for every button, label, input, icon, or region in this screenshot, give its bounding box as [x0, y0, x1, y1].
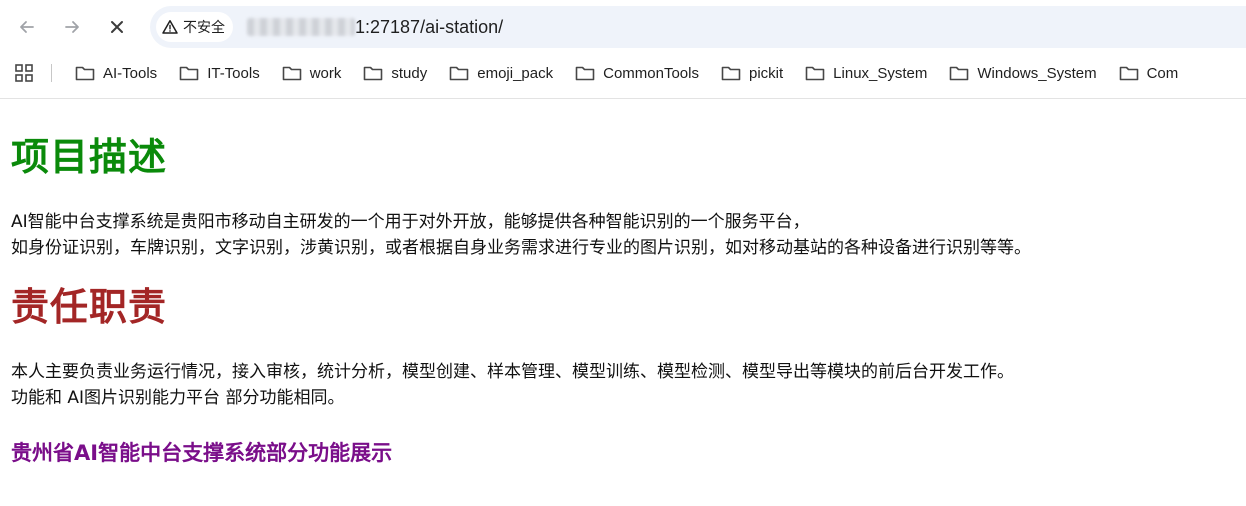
- responsibility-line: 本人主要负责业务运行情况，接入审核，统计分析，模型创建、样本管理、模型训练、模型…: [11, 362, 1014, 382]
- folder-icon: [950, 66, 969, 81]
- folder-icon: [364, 66, 383, 81]
- bookmark-label: work: [309, 64, 342, 82]
- url-text[interactable]: 1:27187/ai-station/: [355, 17, 503, 38]
- bookmark-folder-commontools[interactable]: CommonTools: [564, 59, 710, 87]
- bookmark-label: Windows_System: [977, 64, 1097, 82]
- bookmark-label: CommonTools: [603, 64, 699, 82]
- bookmark-label: Linux_System: [833, 64, 928, 82]
- forward-button[interactable]: [54, 9, 90, 45]
- url-redacted: [247, 18, 355, 36]
- bookmark-folder-it-tools[interactable]: IT-Tools: [168, 59, 271, 87]
- bookmark-folder-work[interactable]: work: [271, 59, 353, 87]
- folder-icon: [721, 66, 741, 81]
- folder-icon: [449, 66, 469, 81]
- bookmark-label: study: [391, 64, 428, 82]
- bookmark-folder-ai-tools[interactable]: AI-Tools: [64, 59, 168, 87]
- bookmark-folder-pickit[interactable]: pickit: [710, 59, 794, 87]
- responsibility-line: 功能和 AI图片识别能力平台 部分功能相同。: [11, 388, 345, 408]
- bookmarks-bar: AI-Tools IT-Tools work study emoji_pack …: [0, 56, 1246, 90]
- arrow-right-icon: [65, 21, 79, 33]
- bookmark-label: IT-Tools: [207, 64, 260, 82]
- project-description: AI智能中台支撑系统是贵阳市移动自主研发的一个用于对外开放，能够提供各种智能识别…: [11, 209, 1241, 261]
- folder-icon: [179, 66, 199, 81]
- folder-icon: [575, 66, 595, 81]
- bookmark-label: AI-Tools: [103, 64, 158, 82]
- page-content: 项目描述 AI智能中台支撑系统是贵阳市移动自主研发的一个用于对外开放，能够提供各…: [11, 99, 1241, 467]
- folder-icon: [1119, 66, 1138, 81]
- bookmark-folder-study[interactable]: study: [352, 59, 438, 87]
- security-chip[interactable]: 不安全: [156, 12, 233, 42]
- heading-responsibilities: 责任职责: [11, 285, 168, 329]
- back-button[interactable]: [9, 9, 45, 45]
- bookmark-label: emoji_pack: [477, 64, 554, 82]
- heading-project-description: 项目描述: [11, 135, 168, 179]
- folder-icon: [805, 66, 825, 81]
- bookmarks-separator: [51, 64, 52, 82]
- bookmark-folder-emoji-pack[interactable]: emoji_pack: [438, 59, 564, 87]
- stop-loading-button[interactable]: [99, 9, 135, 45]
- folder-icon: [75, 66, 95, 81]
- close-icon: [111, 21, 123, 33]
- bookmark-label: pickit: [748, 64, 784, 82]
- arrow-left-icon: [20, 21, 34, 33]
- apps-grid-icon[interactable]: [14, 63, 34, 83]
- security-chip-label: 不安全: [183, 20, 225, 36]
- bookmark-label: Com: [1146, 64, 1179, 82]
- description-line: 如身份证识别，车牌识别，文字识别，涉黄识别，或者根据自身业务需求进行专业的图片识…: [11, 238, 1031, 258]
- address-bar[interactable]: 不安全 1:27187/ai-station/: [150, 6, 1246, 48]
- browser-chrome: 不安全 1:27187/ai-station/ AI-Tools IT-Tool…: [0, 0, 1246, 99]
- subheading-feature-showcase: 贵州省AI智能中台支撑系统部分功能展示: [11, 441, 393, 465]
- bookmark-folder-com[interactable]: Com: [1108, 59, 1190, 87]
- responsibilities-text: 本人主要负责业务运行情况，接入审核，统计分析，模型创建、样本管理、模型训练、模型…: [11, 359, 1241, 411]
- folder-icon: [282, 66, 302, 81]
- bookmark-folder-windows-system[interactable]: Windows_System: [938, 59, 1107, 87]
- description-line: AI智能中台支撑系统是贵阳市移动自主研发的一个用于对外开放，能够提供各种智能识别…: [11, 212, 810, 232]
- bookmark-folder-linux-system[interactable]: Linux_System: [794, 59, 938, 87]
- warning-icon: [162, 20, 178, 34]
